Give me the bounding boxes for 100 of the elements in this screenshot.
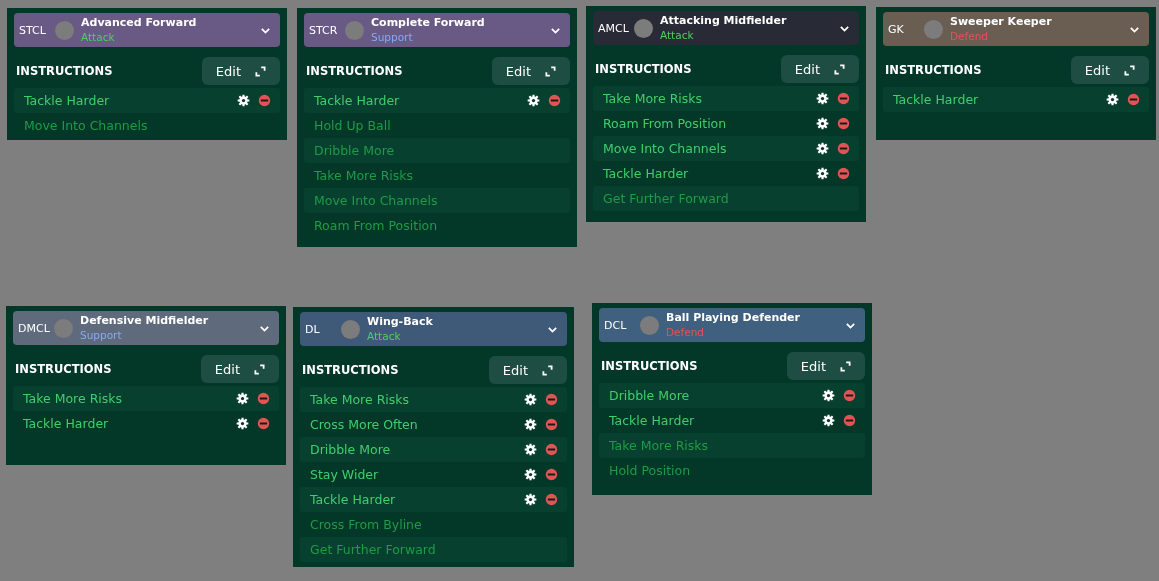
instruction-item[interactable]: Tackle Harder: [23, 416, 228, 431]
instruction-item[interactable]: Roam From Position: [314, 218, 561, 233]
duty-label: Attack: [367, 329, 402, 343]
player-avatar-icon: [341, 319, 360, 339]
player-avatar-icon: [54, 318, 73, 338]
settings-icon[interactable]: [527, 94, 540, 107]
instruction-item[interactable]: Roam From Position: [603, 116, 808, 131]
player-avatar-icon: [345, 20, 364, 40]
player-avatar-icon: [924, 19, 943, 39]
player-avatar-icon: [634, 18, 653, 38]
edit-button[interactable]: Edit: [201, 57, 280, 85]
expand-icon: [1124, 64, 1135, 76]
remove-icon[interactable]: [545, 418, 558, 431]
settings-icon[interactable]: [816, 167, 829, 180]
instruction-item[interactable]: Cross More Often: [310, 417, 516, 432]
settings-icon[interactable]: [816, 92, 829, 105]
edit-button[interactable]: Edit: [1070, 56, 1149, 84]
role-selector[interactable]: GK Sweeper Keeper Defend: [883, 12, 1149, 46]
instruction-item[interactable]: Move Into Channels: [24, 118, 271, 133]
role-selector[interactable]: AMCL Attacking Midfielder Attack: [593, 11, 859, 45]
remove-icon[interactable]: [837, 167, 850, 180]
role-selector[interactable]: DMCL Defensive Midfielder Support: [13, 311, 279, 345]
settings-icon[interactable]: [236, 417, 249, 430]
role-selector[interactable]: DCL Ball Playing Defender Defend: [599, 308, 865, 342]
role-selector[interactable]: DL Wing-Back Attack: [300, 312, 567, 346]
settings-icon[interactable]: [822, 389, 835, 402]
position-label: DMCL: [18, 321, 50, 335]
instruction-item[interactable]: Hold Up Ball: [314, 118, 561, 133]
remove-icon[interactable]: [837, 117, 850, 130]
instruction-item[interactable]: Cross From Byline: [310, 517, 558, 532]
settings-icon[interactable]: [816, 117, 829, 130]
position-label: DL: [305, 322, 321, 336]
role-selector[interactable]: STCL Advanced Forward Attack: [14, 13, 280, 47]
settings-icon[interactable]: [816, 142, 829, 155]
position-label: AMCL: [598, 21, 630, 35]
duty-label: Attack: [660, 28, 695, 42]
remove-icon[interactable]: [258, 94, 271, 107]
instruction-item[interactable]: Take More Risks: [314, 168, 561, 183]
settings-icon[interactable]: [524, 393, 537, 406]
settings-icon[interactable]: [1106, 93, 1119, 106]
section-title: INSTRUCTIONS: [885, 63, 982, 77]
remove-icon[interactable]: [1127, 93, 1140, 106]
role-name: Sweeper Keeper: [950, 15, 1053, 29]
position-label: GK: [888, 22, 905, 36]
duty-label: Support: [80, 328, 123, 342]
role-selector[interactable]: STCR Complete Forward Support: [304, 13, 570, 47]
section-title: INSTRUCTIONS: [601, 359, 698, 373]
section-title: INSTRUCTIONS: [302, 363, 399, 377]
instruction-item[interactable]: Stay Wider: [310, 467, 516, 482]
instruction-item[interactable]: Tackle Harder: [603, 166, 808, 181]
duty-label: Support: [371, 30, 414, 44]
edit-button[interactable]: Edit: [786, 352, 865, 380]
settings-icon[interactable]: [237, 94, 250, 107]
player-avatar-icon: [55, 20, 74, 40]
remove-icon[interactable]: [837, 92, 850, 105]
remove-icon[interactable]: [257, 417, 270, 430]
player-avatar-icon: [640, 315, 659, 335]
settings-icon[interactable]: [524, 468, 537, 481]
duty-label: Defend: [950, 29, 990, 43]
edit-button[interactable]: Edit: [200, 355, 279, 383]
remove-icon[interactable]: [843, 414, 856, 427]
remove-icon[interactable]: [837, 142, 850, 155]
role-name: Defensive Midfielder: [80, 314, 210, 328]
instruction-item[interactable]: Tackle Harder: [609, 413, 814, 428]
expand-icon: [542, 364, 553, 376]
expand-icon: [255, 65, 266, 77]
instruction-item[interactable]: Hold Position: [609, 463, 856, 478]
role-name: Complete Forward: [371, 16, 486, 30]
role-name: Advanced Forward: [81, 16, 198, 30]
settings-icon[interactable]: [524, 443, 537, 456]
expand-icon: [840, 360, 851, 372]
remove-icon[interactable]: [843, 389, 856, 402]
edit-button[interactable]: Edit: [488, 356, 567, 384]
settings-icon[interactable]: [524, 418, 537, 431]
section-title: INSTRUCTIONS: [15, 362, 112, 376]
settings-icon[interactable]: [524, 493, 537, 506]
remove-icon[interactable]: [545, 468, 558, 481]
role-name: Attacking Midfielder: [660, 14, 788, 28]
role-name: Ball Playing Defender: [666, 311, 801, 325]
position-label: STCR: [309, 23, 339, 37]
section-title: INSTRUCTIONS: [306, 64, 403, 78]
section-title: INSTRUCTIONS: [16, 64, 113, 78]
duty-label: Defend: [666, 325, 706, 339]
position-label: STCL: [19, 23, 47, 37]
position-label: DCL: [604, 318, 628, 332]
remove-icon[interactable]: [548, 94, 561, 107]
role-name: Wing-Back: [367, 315, 434, 329]
duty-label: Attack: [81, 30, 116, 44]
settings-icon[interactable]: [236, 392, 249, 405]
remove-icon[interactable]: [545, 443, 558, 456]
remove-icon[interactable]: [545, 393, 558, 406]
remove-icon[interactable]: [257, 392, 270, 405]
section-title: INSTRUCTIONS: [595, 62, 692, 76]
expand-icon: [254, 363, 265, 375]
expand-icon: [834, 63, 845, 75]
remove-icon[interactable]: [545, 493, 558, 506]
settings-icon[interactable]: [822, 414, 835, 427]
edit-button[interactable]: Edit: [780, 55, 859, 83]
edit-button[interactable]: Edit: [491, 57, 570, 85]
expand-icon: [545, 65, 556, 77]
